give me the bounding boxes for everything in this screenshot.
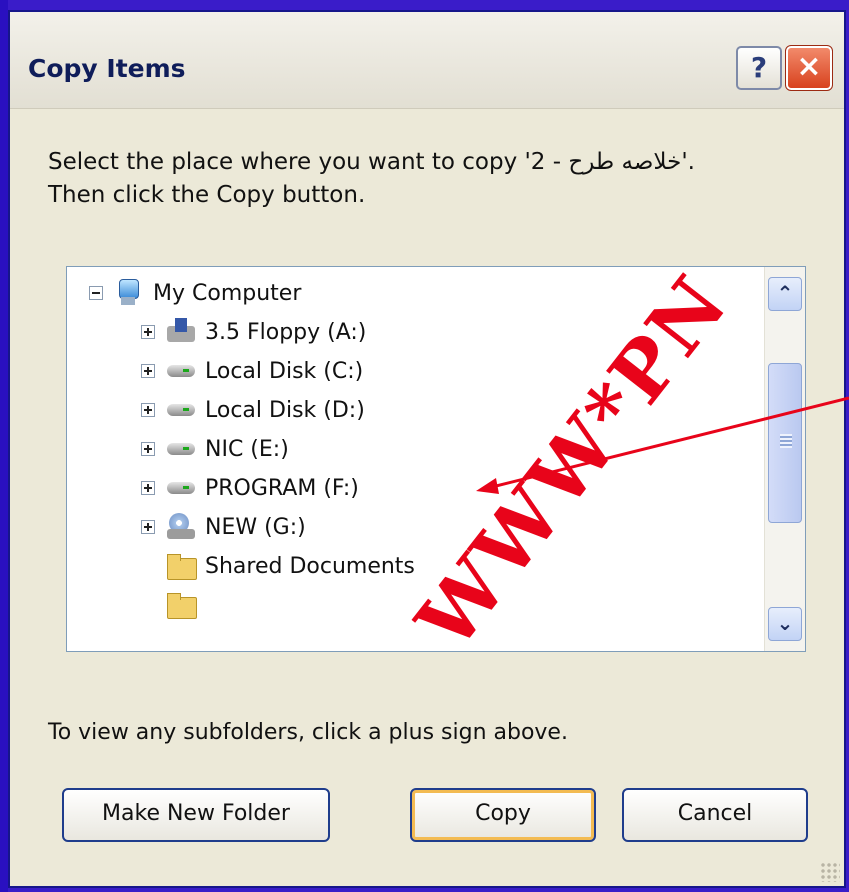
copy-items-dialog: Copy Items ? × Select the place where yo… (8, 10, 846, 888)
tree-item-shared-documents[interactable]: Shared Documents (165, 548, 415, 584)
close-button[interactable]: × (785, 45, 833, 91)
instructions: Select the place where you want to copy … (48, 146, 828, 212)
tree-item-local-disk-d[interactable]: Local Disk (D:) (141, 392, 365, 428)
hard-disk-icon (165, 396, 197, 424)
expand-toggle-icon[interactable] (141, 325, 155, 339)
tree-item-nic-e[interactable]: NIC (E:) (141, 431, 289, 467)
help-button[interactable]: ? (736, 46, 782, 90)
tree-item-my-computer[interactable]: My Computer (89, 275, 301, 311)
collapse-toggle-icon[interactable] (89, 286, 103, 300)
hard-disk-icon (165, 435, 197, 463)
instructions-line-2: Then click the Copy button. (48, 182, 366, 208)
tree-item-label: NEW (G:) (205, 514, 306, 540)
hard-disk-icon (165, 474, 197, 502)
expand-toggle-icon[interactable] (141, 481, 155, 495)
folder-tree[interactable]: My Computer 3.5 Floppy (A:) Local Disk (… (66, 266, 806, 652)
make-new-folder-button[interactable]: Make New Folder (62, 788, 330, 842)
tree-item-local-disk-c[interactable]: Local Disk (C:) (141, 353, 363, 389)
tree-item-label: My Computer (153, 280, 302, 306)
expand-toggle-icon[interactable] (141, 442, 155, 456)
scroll-up-button[interactable]: ⌃ (768, 277, 802, 311)
folder-icon (165, 591, 197, 619)
tree-item-label: Shared Documents (205, 553, 415, 579)
title-bar[interactable]: Copy Items ? × (10, 12, 844, 109)
tree-item-label: PROGRAM (F:) (205, 475, 359, 501)
copy-button[interactable]: Copy (410, 788, 596, 842)
tree-item-label: NIC (E:) (205, 436, 289, 462)
scroll-down-button[interactable]: ⌄ (768, 607, 802, 641)
tree-item-program-f[interactable]: PROGRAM (F:) (141, 470, 359, 506)
resize-grip-icon[interactable] (820, 862, 840, 882)
window-frame-top (0, 0, 849, 8)
my-computer-icon (113, 279, 145, 307)
tree-item-new-g[interactable]: NEW (G:) (141, 509, 306, 545)
tree-item-partial[interactable] (165, 587, 205, 623)
cancel-button[interactable]: Cancel (622, 788, 808, 842)
tree-item-floppy[interactable]: 3.5 Floppy (A:) (141, 314, 366, 350)
tree-item-label: 3.5 Floppy (A:) (205, 319, 367, 345)
window-frame-left (0, 0, 8, 892)
folder-icon (165, 552, 197, 580)
expand-toggle-icon[interactable] (141, 364, 155, 378)
floppy-drive-icon (165, 318, 197, 346)
instructions-line-1: Select the place where you want to copy … (48, 149, 695, 175)
cd-drive-icon (165, 513, 197, 541)
tree-item-label: Local Disk (D:) (205, 397, 365, 423)
vertical-scrollbar[interactable]: ⌃ ⌄ (764, 267, 805, 651)
tree-item-label: Local Disk (C:) (205, 358, 364, 384)
hard-disk-icon (165, 357, 197, 385)
scroll-grip-icon (780, 434, 792, 448)
scroll-thumb[interactable] (768, 363, 802, 523)
expand-toggle-icon[interactable] (141, 520, 155, 534)
expand-toggle-icon[interactable] (141, 403, 155, 417)
dialog-title: Copy Items (28, 54, 186, 83)
subfolder-hint: To view any subfolders, click a plus sig… (48, 720, 568, 745)
